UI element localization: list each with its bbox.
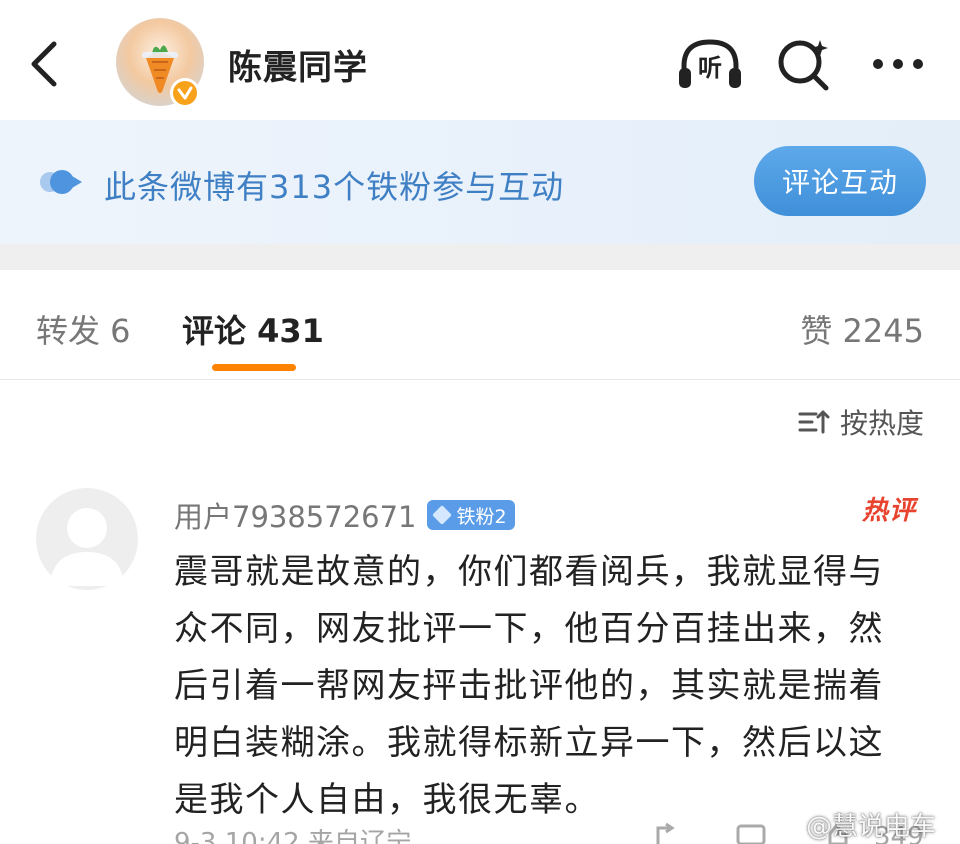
search-button[interactable] xyxy=(776,36,834,92)
section-divider xyxy=(0,244,960,270)
sort-by-hot-button[interactable]: 按热度 xyxy=(798,404,924,440)
listen-label: 听 xyxy=(698,54,722,82)
reply-icon[interactable] xyxy=(736,824,766,844)
tab-comment[interactable]: 评论 431 xyxy=(182,306,324,352)
default-user-icon xyxy=(50,508,124,586)
comment-interaction-button[interactable]: 评论互动 xyxy=(754,146,926,216)
back-chevron-icon xyxy=(31,41,57,87)
back-button[interactable] xyxy=(22,36,70,92)
share-icon[interactable] xyxy=(656,822,675,844)
banner-text: 此条微博有313个铁粉参与互动 xyxy=(104,168,565,206)
more-dots-icon xyxy=(873,59,923,69)
fan-interaction-banner: 此条微博有313个铁粉参与互动 评论互动 xyxy=(0,120,960,244)
comment-header: 用户7938572671 铁粉2 xyxy=(174,494,515,536)
source-watermark: @慧说电车 xyxy=(805,812,936,842)
tab-repost[interactable]: 转发 6 xyxy=(36,306,131,352)
commenter-avatar[interactable] xyxy=(36,488,138,590)
search-sparkle-icon xyxy=(778,40,829,91)
comment-text[interactable]: 震哥就是故意的，你们都看阅兵，我就显得与众不同，网友批评一下，他百分百挂出来，然… xyxy=(174,544,914,829)
fan-badge-label: 铁粉2 xyxy=(456,505,507,528)
iron-fan-badge: 铁粉2 xyxy=(426,500,515,530)
tab-bar: 转发 6 评论 431 赞 2245 xyxy=(0,270,960,380)
top-bar: 陈震同学 听 xyxy=(0,0,960,120)
tab-like[interactable]: 赞 2245 xyxy=(800,306,924,352)
diamond-icon xyxy=(431,505,452,525)
interaction-bubbles-icon xyxy=(40,170,82,194)
sort-icon xyxy=(798,410,830,434)
hot-comment-badge: 热评 xyxy=(862,496,917,526)
active-tab-indicator xyxy=(212,364,296,371)
sort-label: 按热度 xyxy=(839,407,924,440)
page-title[interactable]: 陈震同学 xyxy=(228,40,368,89)
more-button[interactable] xyxy=(868,50,928,78)
commenter-username[interactable]: 用户7938572671 xyxy=(174,494,417,536)
comment-meta: 9-3 10:42 来自辽宁 xyxy=(174,828,412,844)
listen-button[interactable]: 听 xyxy=(676,36,744,92)
verified-badge-icon xyxy=(170,78,200,108)
